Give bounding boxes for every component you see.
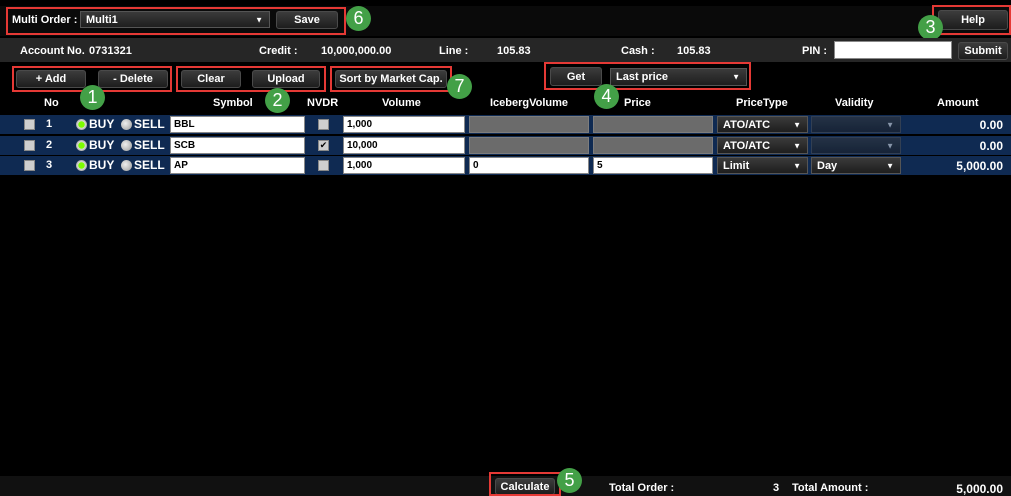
price-input[interactable]: 5 <box>593 157 713 174</box>
chevron-down-icon: ▼ <box>886 161 894 170</box>
price-type-value: ATO/ATC <box>723 139 771 152</box>
callout-badge-1: 1 <box>80 85 105 110</box>
price-input <box>593 137 713 154</box>
price-type-select[interactable]: ATO/ATC ▼ <box>717 116 808 133</box>
validity-select[interactable]: Day ▼ <box>811 157 901 174</box>
account-number: 0731321 <box>89 45 132 57</box>
callout-badge-7: 7 <box>447 74 472 99</box>
nvdr-checkbox[interactable] <box>318 160 329 171</box>
pin-label: PIN : <box>802 45 828 57</box>
buy-label: BUY <box>89 117 115 131</box>
iceberg-volume-input <box>469 116 589 133</box>
line-label: Line : <box>439 45 469 57</box>
price-type-value: Limit <box>723 159 750 172</box>
buy-label: BUY <box>89 158 115 172</box>
sell-label: SELL <box>134 138 165 152</box>
row-amount: 5,000.00 <box>956 159 1003 173</box>
price-type-select[interactable]: Limit ▼ <box>717 157 808 174</box>
buy-radio[interactable] <box>76 119 87 130</box>
total-order-value: 3 <box>773 482 780 494</box>
callout-badge-3: 3 <box>918 15 943 40</box>
nvdr-checkbox[interactable] <box>318 119 329 130</box>
line-value: 105.83 <box>497 45 531 57</box>
total-amount-value: 5,000.00 <box>956 482 1003 496</box>
row-number: 1 <box>46 118 53 130</box>
total-order-label: Total Order : <box>609 482 675 494</box>
credit-label: Credit : <box>259 45 298 57</box>
sell-radio[interactable] <box>121 140 132 151</box>
column-header-volume: Volume <box>382 97 421 109</box>
validity-value: Day <box>817 159 838 172</box>
chevron-down-icon: ▼ <box>793 141 801 150</box>
sell-label: SELL <box>134 158 165 172</box>
iceberg-volume-input[interactable]: 0 <box>469 157 589 174</box>
row-number: 2 <box>46 139 53 151</box>
checkmark-icon: ✔ <box>319 140 328 150</box>
column-header-price: Price <box>624 97 651 109</box>
column-header-validity: Validity <box>835 97 874 109</box>
callout-badge-2: 2 <box>265 88 290 113</box>
volume-input[interactable]: 10,000 <box>343 137 465 154</box>
column-header-amount: Amount <box>937 97 979 109</box>
row-select-checkbox[interactable] <box>24 119 35 130</box>
table-row: 1 BUY SELL BBL 1,000 ATO/ATC ▼ ▼ 0.00 <box>0 115 1011 134</box>
column-header-price-type: PriceType <box>736 97 788 109</box>
pin-input[interactable] <box>834 41 952 59</box>
column-header-symbol: Symbol <box>213 97 253 109</box>
total-amount-label: Total Amount : <box>792 482 869 494</box>
multi-order-window: Multi Order : Multi1 ▼ Save 6 Help 3 Acc… <box>0 0 1011 496</box>
iceberg-volume-input <box>469 137 589 154</box>
buy-label: BUY <box>89 138 115 152</box>
row-amount: 0.00 <box>979 139 1003 153</box>
sell-radio[interactable] <box>121 119 132 130</box>
price-input <box>593 116 713 133</box>
buy-radio[interactable] <box>76 140 87 151</box>
row-amount: 0.00 <box>979 118 1003 132</box>
chevron-down-icon: ▼ <box>793 161 801 170</box>
column-header-no: No <box>44 97 59 109</box>
callout-badge-4: 4 <box>594 84 619 109</box>
buy-radio[interactable] <box>76 160 87 171</box>
symbol-input[interactable]: BBL <box>170 116 305 133</box>
validity-select: ▼ <box>811 116 901 133</box>
callout-box-5 <box>489 472 561 496</box>
submit-button[interactable]: Submit <box>958 42 1008 60</box>
callout-box-2 <box>176 66 326 92</box>
table-row: 2 BUY SELL SCB ✔ 10,000 ATO/ATC ▼ ▼ 0.00 <box>0 136 1011 155</box>
callout-badge-6: 6 <box>346 6 371 31</box>
cash-label: Cash : <box>621 45 655 57</box>
account-label: Account No. <box>20 45 85 57</box>
validity-select: ▼ <box>811 137 901 154</box>
row-select-checkbox[interactable] <box>24 140 35 151</box>
column-header-iceberg-volume: IcebergVolume <box>490 97 569 109</box>
chevron-down-icon: ▼ <box>886 120 894 129</box>
chevron-down-icon: ▼ <box>793 120 801 129</box>
price-type-select[interactable]: ATO/ATC ▼ <box>717 137 808 154</box>
sell-radio[interactable] <box>121 160 132 171</box>
chevron-down-icon: ▼ <box>886 141 894 150</box>
symbol-input[interactable]: AP <box>170 157 305 174</box>
volume-input[interactable]: 1,000 <box>343 157 465 174</box>
callout-box-6 <box>6 7 346 35</box>
credit-value: 10,000,000.00 <box>321 45 392 57</box>
column-header-nvdr: NVDR <box>307 97 339 109</box>
callout-badge-5: 5 <box>557 468 582 493</box>
symbol-input[interactable]: SCB <box>170 137 305 154</box>
volume-input[interactable]: 1,000 <box>343 116 465 133</box>
sell-label: SELL <box>134 117 165 131</box>
callout-box-7 <box>330 66 452 92</box>
callout-box-3 <box>932 5 1011 35</box>
nvdr-checkbox[interactable]: ✔ <box>318 140 329 151</box>
callout-box-4 <box>544 62 751 90</box>
table-row: 3 BUY SELL AP 1,000 0 5 Limit ▼ Day ▼ 5,… <box>0 156 1011 175</box>
price-type-value: ATO/ATC <box>723 118 771 131</box>
cash-value: 105.83 <box>677 45 711 57</box>
row-number: 3 <box>46 159 53 171</box>
row-select-checkbox[interactable] <box>24 160 35 171</box>
